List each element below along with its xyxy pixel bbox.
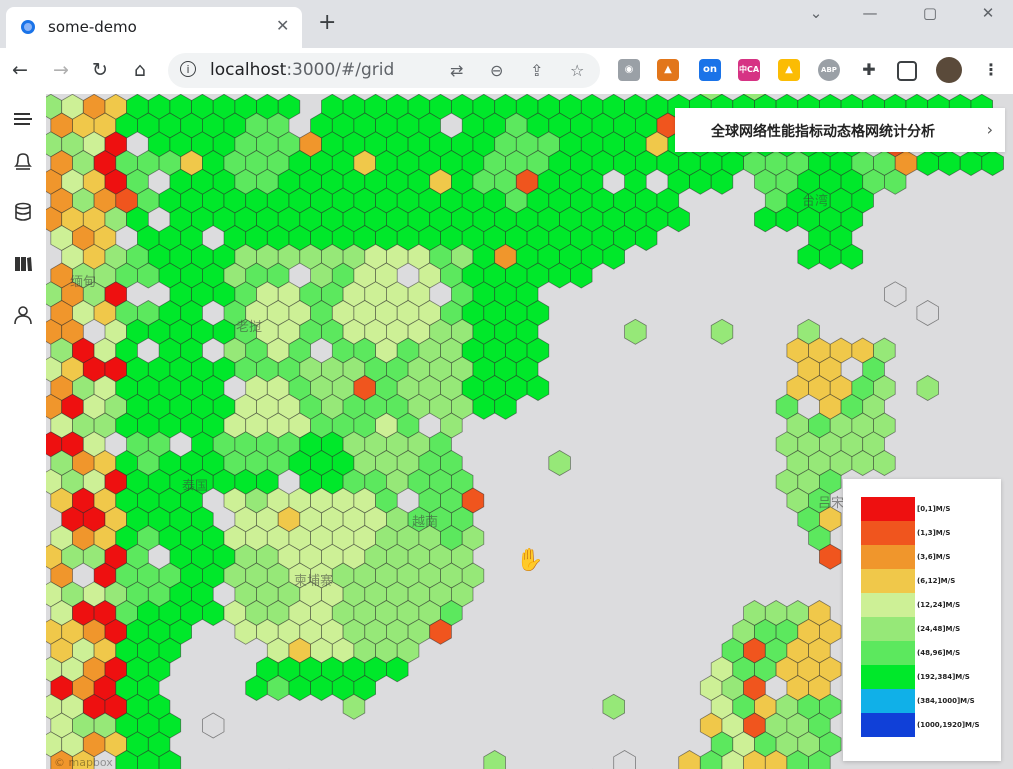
legend-swatch: [861, 569, 915, 593]
legend-label: (1000,1920]M/S: [917, 721, 980, 729]
tab-close-icon[interactable]: ✕: [276, 16, 289, 35]
translate-icon[interactable]: ⇄: [450, 61, 463, 80]
place-label: 缅甸: [70, 275, 97, 290]
minimize-button[interactable]: —: [856, 4, 884, 26]
legend-label: (24,48]M/S: [917, 625, 961, 633]
legend-swatch: [861, 665, 915, 689]
ext-on-icon[interactable]: on: [699, 59, 721, 81]
new-tab-button[interactable]: +: [318, 12, 336, 34]
mapbox-attribution: © mapbox: [54, 756, 113, 769]
legend-label: (384,1000]M/S: [917, 697, 975, 705]
map-view[interactable]: 缅甸 老挝 泰国 越南 柬埔寨 台湾 吕宋 全球网络性能指标动态格网统计分析 ›…: [46, 94, 1013, 769]
hex-cell[interactable]: [624, 318, 647, 345]
legend-swatch: [861, 521, 915, 545]
browser-tab[interactable]: some-demo ✕: [6, 7, 302, 48]
book-icon[interactable]: [12, 253, 34, 275]
hex-cell[interactable]: [483, 750, 506, 769]
home-button[interactable]: ⌂: [128, 58, 152, 82]
forward-button[interactable]: →: [49, 58, 73, 82]
url-text[interactable]: localhost:3000/#/grid: [210, 60, 394, 80]
legend-swatch: [861, 689, 915, 713]
panel-title: 全球网络性能指标动态格网统计分析: [711, 124, 935, 140]
hex-cell[interactable]: [201, 712, 225, 739]
browser-toolbar: ← → ↻ ⌂ i localhost:3000/#/grid ⇄ ⊖ ⇪ ☆ …: [0, 48, 1013, 95]
bookmark-star-icon[interactable]: ☆: [570, 61, 584, 80]
ext-owl-icon[interactable]: ◉: [618, 59, 640, 81]
menu-icon[interactable]: ⋮: [980, 59, 1002, 81]
speed-legend: [0,1]M/S (1,3]M/S (3,6]M/S (6,12]M/S (12,24]…: [843, 479, 1001, 761]
place-label: 台湾: [802, 194, 829, 209]
share-icon[interactable]: ⇪: [530, 61, 543, 80]
hex-cell[interactable]: [678, 750, 701, 769]
chevron-right-icon[interactable]: ›: [987, 120, 993, 139]
hex-cell[interactable]: [602, 693, 625, 720]
legend-label: (1,3]M/S: [917, 529, 951, 537]
legend-label: (6,12]M/S: [917, 577, 956, 585]
tab-strip: some-demo ✕ + ⌄ — ▢ ✕: [0, 0, 1013, 48]
place-label: 泰国: [182, 479, 209, 494]
hex-cell[interactable]: [916, 300, 939, 326]
ext-cnca-icon[interactable]: 中CA: [738, 59, 760, 81]
legend-label: (12,24]M/S: [917, 601, 961, 609]
user-icon[interactable]: [12, 304, 34, 326]
close-window-button[interactable]: ✕: [974, 4, 1002, 26]
sidepanel-icon[interactable]: [897, 61, 917, 81]
legend-label: (48,96]M/S: [917, 649, 961, 657]
hex-cell[interactable]: [710, 318, 734, 345]
favicon-icon: [21, 20, 35, 34]
google-drive-icon[interactable]: ▲: [778, 59, 800, 81]
hex-cell[interactable]: [916, 375, 939, 401]
tab-title: some-demo: [48, 18, 137, 36]
legend-swatch: [861, 617, 915, 641]
profile-avatar[interactable]: [936, 57, 962, 83]
site-info-icon[interactable]: i: [180, 61, 196, 77]
legend-swatch: [861, 497, 915, 521]
legend-label: (192,384]M/S: [917, 673, 970, 681]
hand-cursor-icon: ✋: [516, 548, 544, 573]
hex-cell[interactable]: [548, 450, 571, 476]
bell-icon[interactable]: [12, 150, 34, 172]
abp-icon[interactable]: ABP: [818, 59, 840, 81]
zoom-icon[interactable]: ⊖: [490, 61, 503, 80]
hex-cell[interactable]: [613, 750, 636, 769]
place-label: 柬埔寨: [294, 574, 334, 589]
back-button[interactable]: ←: [8, 58, 32, 82]
legend-swatch: [861, 641, 915, 665]
restore-button[interactable]: ▢: [916, 4, 944, 26]
tab-search-icon[interactable]: ⌄: [802, 4, 830, 26]
place-label: 老挝: [236, 320, 263, 335]
reload-button[interactable]: ↻: [88, 58, 112, 82]
app-sidebar: [0, 94, 46, 769]
metamask-icon[interactable]: ▲: [657, 59, 679, 81]
database-icon[interactable]: [12, 201, 34, 223]
legend-label: (3,6]M/S: [917, 553, 951, 561]
legend-swatch: [861, 593, 915, 617]
legend-swatch: [861, 713, 915, 737]
legend-swatch: [861, 545, 915, 569]
menu-collapse-icon[interactable]: [12, 108, 34, 130]
analysis-title-panel[interactable]: 全球网络性能指标动态格网统计分析 ›: [675, 108, 1005, 152]
address-bar[interactable]: i localhost:3000/#/grid ⇄ ⊖ ⇪ ☆: [168, 53, 600, 88]
place-label: 吕宋: [818, 496, 845, 511]
place-label: 越南: [412, 515, 439, 530]
puzzle-icon[interactable]: ✚: [858, 59, 880, 81]
hex-cell[interactable]: [884, 281, 907, 308]
legend-label: [0,1]M/S: [917, 505, 951, 513]
